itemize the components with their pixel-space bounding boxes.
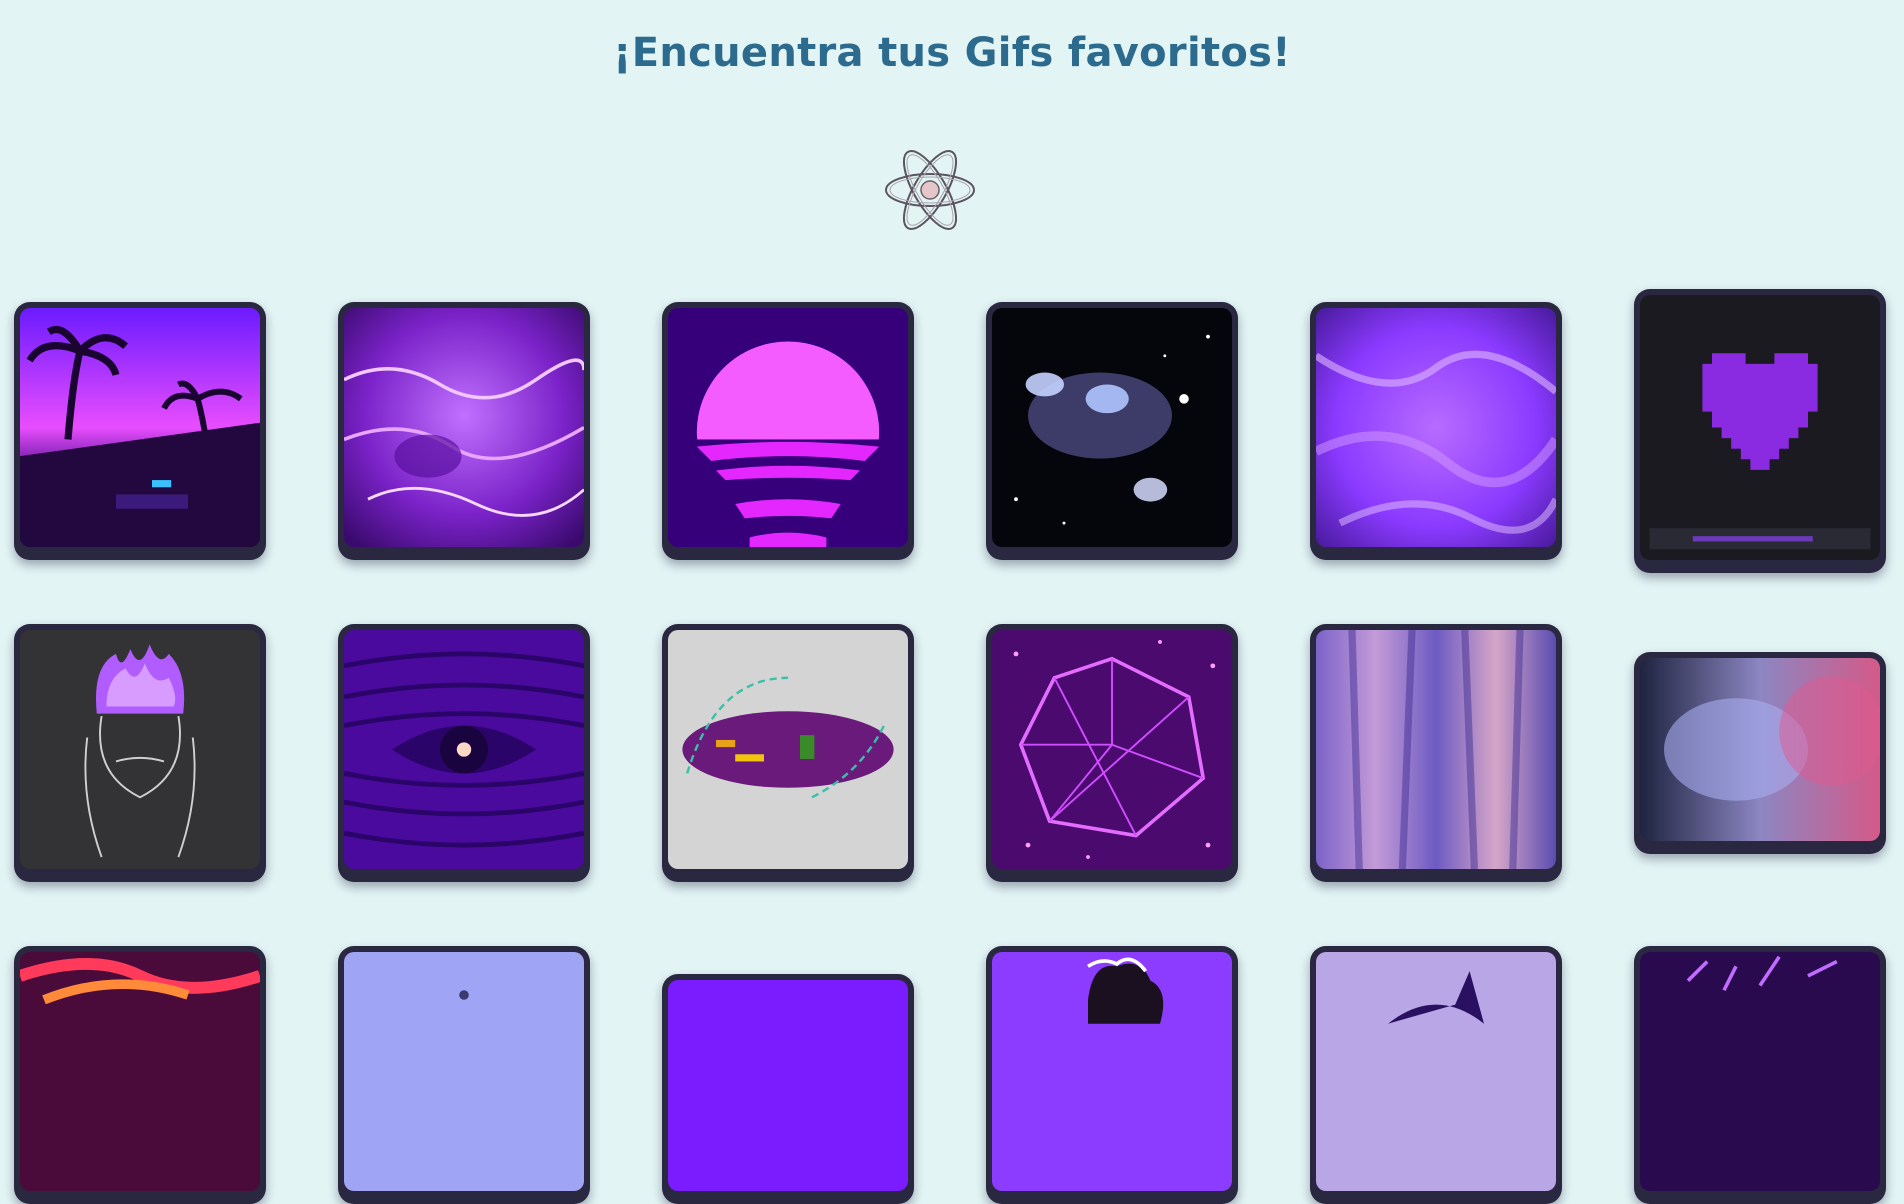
gif-neon-swirl[interactable] <box>20 952 260 1191</box>
gif-card[interactable] <box>1310 624 1562 882</box>
gif-galaxy[interactable] <box>992 308 1232 547</box>
gif-card[interactable] <box>14 302 266 560</box>
gif-card[interactable] <box>662 302 914 560</box>
gif-burning-head[interactable] <box>20 630 260 869</box>
gif-pink-smoke[interactable] <box>1640 658 1880 841</box>
atom-icon <box>882 140 978 240</box>
gif-card[interactable] <box>338 946 590 1204</box>
gif-purple-streaks[interactable] <box>1316 630 1556 869</box>
gif-card[interactable] <box>14 624 266 882</box>
gif-violet[interactable] <box>668 980 908 1191</box>
gif-card[interactable] <box>662 624 914 882</box>
gif-card[interactable] <box>1310 302 1562 560</box>
gif-pixel-heart[interactable] <box>1640 295 1880 560</box>
gif-cat-ears[interactable] <box>1316 952 1556 1191</box>
gif-purple-smoke[interactable] <box>1316 308 1556 547</box>
gif-card[interactable] <box>1634 289 1886 573</box>
gif-card[interactable] <box>986 946 1238 1204</box>
gif-glitch[interactable] <box>668 630 908 869</box>
gif-lavender-figure[interactable] <box>344 952 584 1191</box>
gif-sparkles[interactable] <box>1640 952 1880 1191</box>
gif-card[interactable] <box>338 624 590 882</box>
gif-eye-waves[interactable] <box>344 630 584 869</box>
gif-palm-sunset[interactable] <box>20 308 260 547</box>
gif-card[interactable] <box>1634 946 1886 1204</box>
gif-card[interactable] <box>1634 652 1886 854</box>
gif-card[interactable] <box>338 302 590 560</box>
gif-synth-sun[interactable] <box>668 308 908 547</box>
gif-purple-water[interactable] <box>344 308 584 547</box>
gif-silhouette-hair[interactable] <box>992 952 1232 1191</box>
page-title: ¡Encuentra tus Gifs favoritos! <box>613 30 1291 76</box>
gif-card[interactable] <box>1310 946 1562 1204</box>
gif-card[interactable] <box>14 946 266 1204</box>
gif-card[interactable] <box>662 974 914 1204</box>
gif-card[interactable] <box>986 624 1238 882</box>
gif-card[interactable] <box>986 302 1238 560</box>
gif-neon-polyhedron[interactable] <box>992 630 1232 869</box>
